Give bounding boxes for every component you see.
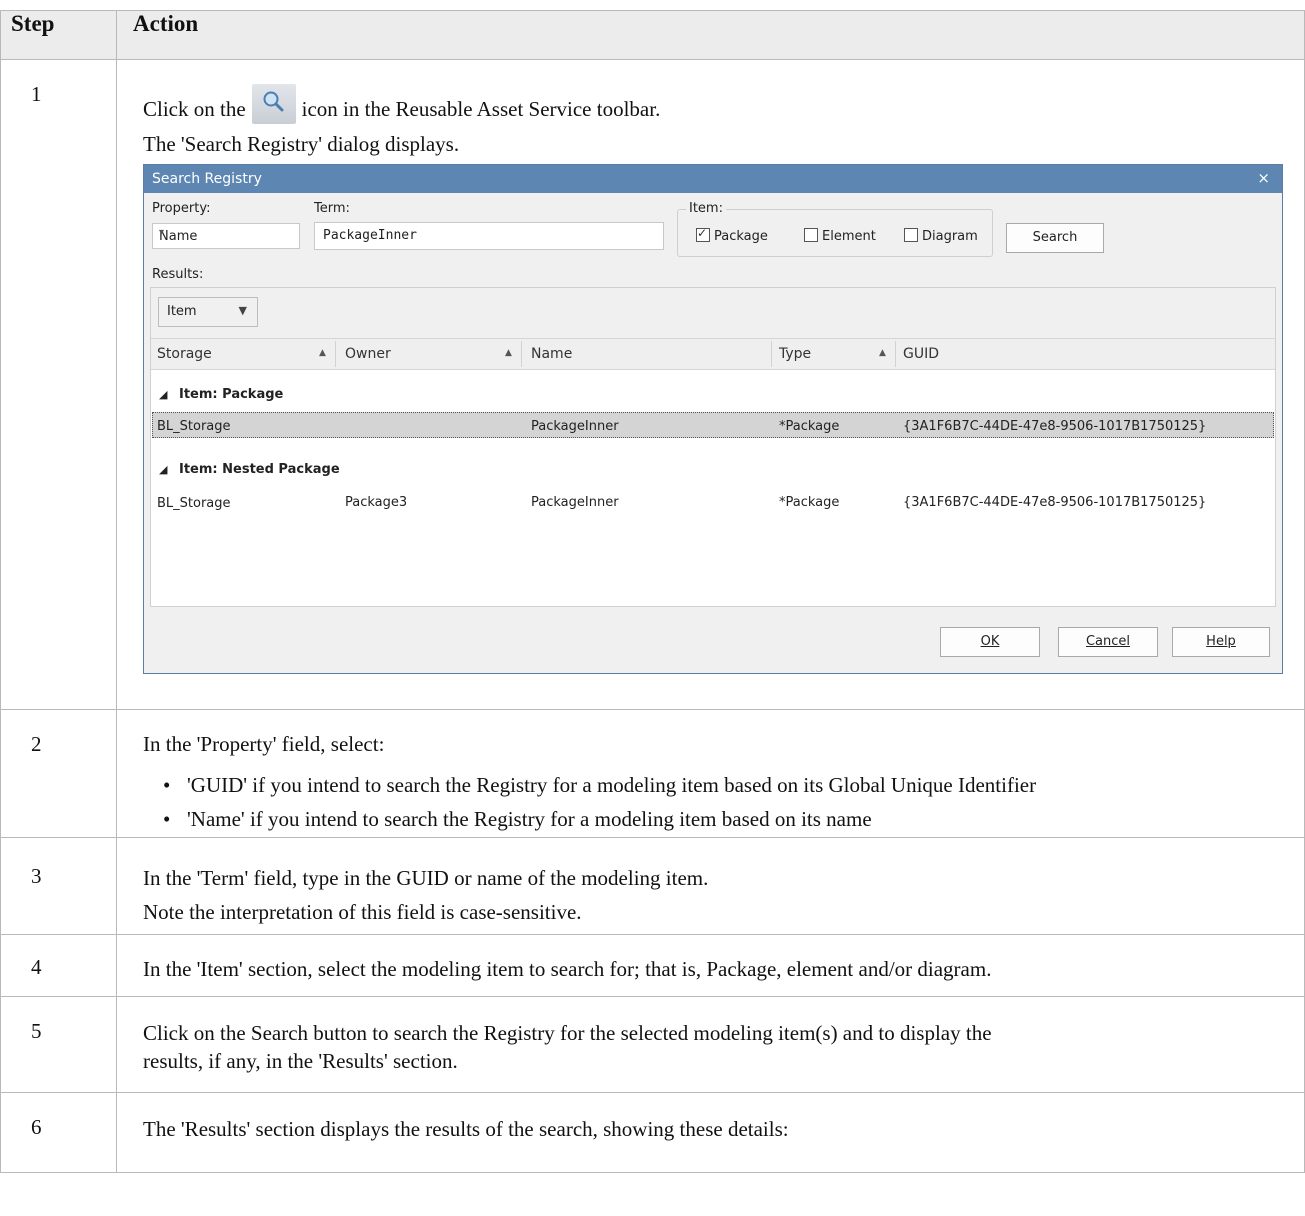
element-checkbox-label: Element — [822, 229, 876, 244]
table-row-1: 1 Click on the icon in the Reusable Asset… — [0, 59, 1305, 710]
cancel-label: Cancel — [1085, 634, 1131, 649]
results-label: Results: — [152, 267, 204, 282]
col-storage[interactable]: Storage — [157, 346, 212, 362]
action-cell: In the 'Term' field, type in the GUID or… — [116, 837, 1305, 935]
action-line: The 'Results' section displays the resul… — [143, 1117, 789, 1141]
cell-storage: BL_Storage — [157, 419, 231, 434]
step-number: 3 — [0, 837, 117, 935]
results-header: Storage ▲ Owner ▲ Name Type ▲ GUID — [151, 338, 1275, 370]
action-cell: In the 'Property' field, select: 'GUID' … — [116, 709, 1305, 838]
checkbox-checked-icon — [696, 226, 710, 242]
step-number: 6 — [0, 1092, 117, 1173]
action-line: Note the interpretation of this field is… — [143, 900, 582, 924]
step-number: 5 — [0, 996, 117, 1093]
cell-guid: {3A1F6B7C-44DE-47e8-9506-1017B1750125} — [903, 495, 1207, 510]
results-pane: Item ▼ Storage ▲ Owner ▲ Name Type ▲ GUI… — [150, 287, 1276, 607]
cell-owner: Package3 — [345, 495, 408, 510]
table-row-4: 4 In the 'Item' section, select the mode… — [0, 934, 1305, 997]
cell-storage: BL_Storage — [157, 496, 231, 511]
header-action: Action — [116, 10, 1305, 60]
term-value: PackageInner — [323, 228, 417, 243]
cell-type: *Package — [779, 495, 840, 510]
group-header: Item: Nested Package — [179, 462, 340, 477]
action-line: In the 'Item' section, select the modeli… — [143, 957, 992, 981]
action-text: Click on the — [143, 97, 246, 121]
table-row-2: 2 In the 'Property' field, select: 'GUID… — [0, 709, 1305, 838]
dialog-title: Search Registry — [152, 171, 262, 187]
step-number: 4 — [0, 934, 117, 997]
col-guid[interactable]: GUID — [903, 346, 939, 362]
group-header: Item: Package — [179, 387, 284, 402]
ok-label: OK — [980, 634, 1000, 649]
diagram-checkbox[interactable]: Diagram — [904, 228, 978, 244]
action-line: Click on the icon in the Reusable Asset S… — [143, 84, 1304, 124]
item-label: Item: — [686, 201, 726, 216]
chevron-down-icon: ▼ — [238, 304, 247, 317]
sort-asc-icon: ▲ — [505, 348, 512, 358]
sort-asc-icon: ▲ — [879, 348, 886, 358]
cell-guid: {3A1F6B7C-44DE-47e8-9506-1017B1750125} — [903, 419, 1207, 434]
action-line: In the 'Term' field, type in the GUID or… — [143, 866, 709, 890]
header-step: Step — [0, 10, 117, 60]
action-cell: In the 'Item' section, select the modeli… — [116, 934, 1305, 997]
step-number: 1 — [0, 59, 117, 710]
list-item: 'GUID' if you intend to search the Regis… — [163, 768, 1304, 802]
property-select[interactable]: Name ▾ — [152, 223, 300, 249]
search-button[interactable]: Search — [1006, 223, 1104, 253]
action-cell: Click on the icon in the Reusable Asset S… — [116, 59, 1305, 710]
diagram-checkbox-label: Diagram — [922, 229, 978, 244]
table-row-5: 5 Click on the Search button to search t… — [0, 996, 1305, 1093]
action-line: In the 'Property' field, select: — [143, 732, 385, 756]
ok-button[interactable]: OK — [940, 627, 1040, 657]
term-input[interactable]: PackageInner — [314, 222, 664, 250]
cell-name: PackageInner — [531, 495, 619, 510]
help-button[interactable]: Help — [1172, 627, 1270, 657]
col-type[interactable]: Type — [779, 346, 811, 362]
step-number: 2 — [0, 709, 117, 838]
list-item: 'Name' if you intend to search the Regis… — [163, 802, 1304, 836]
groupby-value: Item — [167, 304, 197, 319]
dialog-titlebar: Search Registry × — [144, 165, 1282, 193]
element-checkbox[interactable]: Element — [804, 228, 876, 244]
cell-name: PackageInner — [531, 419, 619, 434]
action-line: The 'Search Registry' dialog displays. — [143, 132, 460, 156]
property-label: Property: — [152, 201, 211, 216]
magnifier-icon — [251, 84, 296, 124]
cancel-button[interactable]: Cancel — [1058, 627, 1158, 657]
collapse-icon[interactable]: ◢ — [159, 463, 167, 476]
groupby-select[interactable]: Item ▼ — [158, 297, 258, 327]
collapse-icon[interactable]: ◢ — [159, 388, 167, 401]
package-checkbox[interactable]: Package — [696, 226, 768, 244]
bullet-list: 'GUID' if you intend to search the Regis… — [143, 768, 1304, 836]
col-owner[interactable]: Owner — [345, 346, 391, 362]
cell-type: *Package — [779, 419, 840, 434]
table-row-3: 3 In the 'Term' field, type in the GUID … — [0, 837, 1305, 935]
term-label: Term: — [314, 201, 350, 216]
table-header-row: Step Action — [0, 10, 1305, 60]
close-icon[interactable]: × — [1257, 169, 1270, 187]
checkbox-unchecked-icon — [904, 228, 918, 242]
package-checkbox-label: Package — [714, 229, 768, 244]
col-name[interactable]: Name — [531, 346, 572, 362]
action-line: results, if any, in the 'Results' sectio… — [143, 1049, 458, 1073]
steps-table: Step Action 1 Click on the icon in the Re… — [0, 10, 1305, 1173]
action-text: icon in the Reusable Asset Service toolb… — [301, 97, 661, 121]
action-cell: Click on the Search button to search the… — [116, 996, 1305, 1093]
results-toolbar — [151, 288, 1275, 338]
chevron-down-icon: ▾ — [159, 227, 165, 238]
action-cell: The 'Results' section displays the resul… — [116, 1092, 1305, 1173]
checkbox-unchecked-icon — [804, 228, 818, 242]
action-line: Click on the Search button to search the… — [143, 1021, 992, 1045]
sort-asc-icon: ▲ — [319, 348, 326, 358]
table-row-6: 6 The 'Results' section displays the res… — [0, 1092, 1305, 1173]
help-label: Help — [1206, 634, 1236, 649]
search-registry-dialog: Search Registry × Property: Name ▾ Term:… — [143, 164, 1283, 674]
